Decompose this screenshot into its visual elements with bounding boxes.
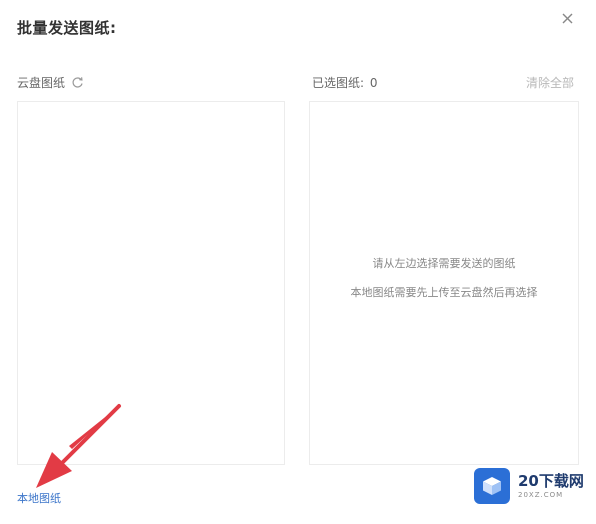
selected-count: 0 [369, 76, 378, 90]
site-watermark: 20下载网 20XZ.COM [474, 466, 592, 506]
cloud-drawings-header: 云盘图纸 [17, 74, 84, 91]
local-drawings-link[interactable]: 本地图纸 [17, 490, 61, 506]
watermark-main-text: 20下载网 [518, 471, 584, 490]
dialog-title: 批量发送图纸: [17, 19, 117, 37]
watermark-logo [474, 468, 510, 504]
empty-hint-upload: 本地图纸需要先上传至云盘然后再选择 [350, 286, 538, 299]
selected-drawings-label: 已选图纸: [312, 76, 365, 90]
refresh-icon[interactable] [71, 76, 84, 89]
clear-all-button[interactable]: 清除全部 [526, 74, 574, 91]
cube-icon [483, 477, 501, 495]
cloud-drawings-label: 云盘图纸 [17, 76, 66, 90]
selected-drawings-list[interactable]: 请从左边选择需要发送的图纸 本地图纸需要先上传至云盘然后再选择 [309, 101, 579, 465]
send-drawings-dialog: 批量发送图纸: 云盘图纸 已选图纸: 0 清除全部 请从左边选择需要发送的图纸 … [0, 0, 596, 524]
close-button[interactable] [558, 9, 578, 29]
cloud-drawings-list[interactable] [17, 101, 285, 465]
selected-drawings-header: 已选图纸: 0 [312, 74, 378, 91]
watermark-sub-text: 20XZ.COM [518, 490, 564, 499]
close-icon [562, 13, 573, 24]
empty-hint-select: 请从左边选择需要发送的图纸 [372, 257, 516, 270]
